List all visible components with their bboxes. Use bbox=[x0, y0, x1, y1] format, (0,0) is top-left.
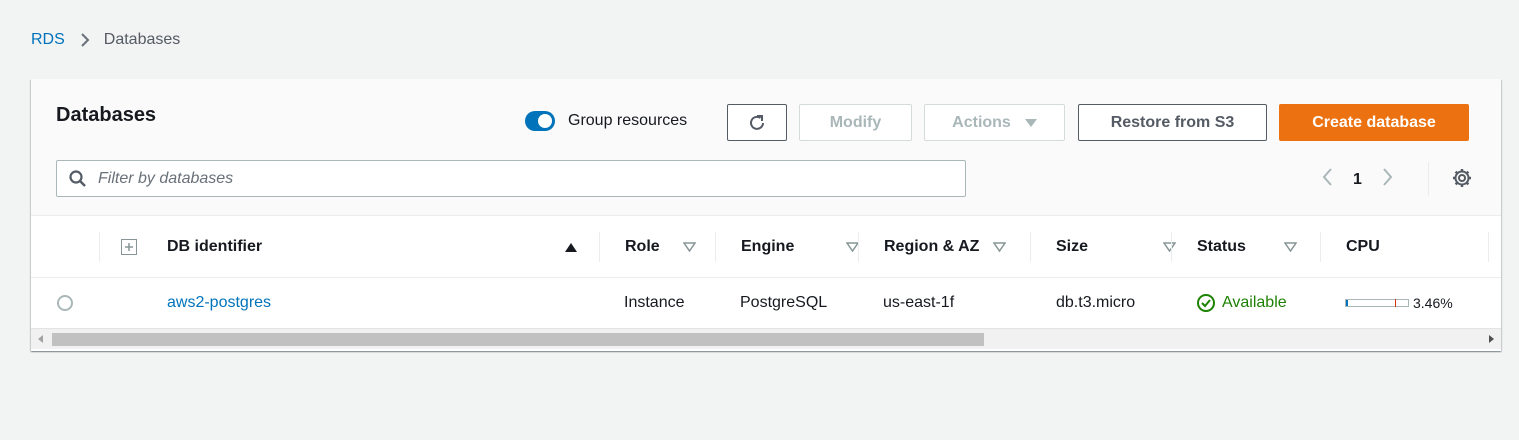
actions-label: Actions bbox=[952, 113, 1011, 131]
engine-cell: PostgreSQL bbox=[740, 294, 828, 311]
scroll-right-arrow-icon[interactable] bbox=[1489, 335, 1494, 343]
column-divider bbox=[99, 232, 100, 262]
table-row: aws2-postgres Instance PostgreSQL us-eas… bbox=[31, 279, 1501, 327]
column-label: Status bbox=[1197, 238, 1246, 255]
chevron-right-icon bbox=[80, 32, 90, 48]
table-header-panel: Databases Group resources Modify Actions… bbox=[31, 79, 1501, 216]
column-divider bbox=[715, 232, 716, 262]
column-header-status[interactable]: Status bbox=[1197, 216, 1297, 278]
refresh-button[interactable] bbox=[727, 104, 787, 141]
filter-input[interactable]: Filter by databases bbox=[56, 160, 966, 197]
filter-placeholder: Filter by databases bbox=[98, 169, 234, 187]
sort-icon bbox=[993, 242, 1006, 252]
role-cell: Instance bbox=[624, 294, 685, 311]
cpu-threshold-marker bbox=[1395, 299, 1396, 307]
restore-from-s3-button[interactable]: Restore from S3 bbox=[1078, 104, 1267, 141]
sort-icon bbox=[1163, 242, 1176, 252]
region-az-cell: us-east-1f bbox=[883, 294, 955, 311]
sort-icon bbox=[1284, 242, 1297, 252]
cpu-utilization-fill bbox=[1346, 300, 1348, 306]
breadcrumb-rds-link[interactable]: RDS bbox=[31, 31, 65, 49]
breadcrumb: RDS Databases bbox=[31, 31, 180, 49]
status-label: Available bbox=[1222, 294, 1287, 311]
cpu-value: 3.46% bbox=[1413, 295, 1453, 311]
group-resources-toggle[interactable]: Group resources bbox=[525, 111, 687, 131]
column-label: CPU bbox=[1346, 238, 1380, 255]
status-cell: Available bbox=[1196, 279, 1287, 327]
column-label: DB identifier bbox=[167, 238, 263, 255]
breadcrumb-current: Databases bbox=[103, 31, 181, 48]
row-select-radio[interactable] bbox=[57, 279, 73, 327]
page-title: Databases bbox=[56, 104, 157, 126]
actions-dropdown-button[interactable]: Actions bbox=[924, 104, 1065, 141]
sort-icon bbox=[683, 242, 696, 252]
column-label: Size bbox=[1056, 238, 1089, 255]
gear-icon[interactable] bbox=[1451, 167, 1473, 189]
next-page-icon[interactable] bbox=[1382, 167, 1394, 192]
refresh-icon bbox=[750, 114, 764, 130]
column-label: Region & AZ bbox=[884, 238, 980, 255]
table-column-headers: DB identifier Role Engine Region & AZ Si… bbox=[31, 216, 1501, 278]
group-resources-label: Group resources bbox=[568, 112, 688, 129]
column-divider bbox=[599, 232, 600, 262]
column-header-engine[interactable]: Engine bbox=[741, 216, 859, 278]
toggle-switch[interactable] bbox=[525, 111, 555, 131]
scroll-left-arrow-icon[interactable] bbox=[38, 335, 43, 343]
db-identifier-link[interactable]: aws2-postgres bbox=[167, 279, 271, 327]
create-database-button[interactable]: Create database bbox=[1279, 104, 1469, 141]
column-label: Role bbox=[625, 238, 660, 255]
column-divider bbox=[1030, 232, 1031, 262]
expand-all-icon[interactable] bbox=[121, 216, 137, 278]
check-circle-icon bbox=[1197, 294, 1215, 312]
search-icon bbox=[69, 169, 87, 188]
pagination-divider bbox=[1428, 162, 1429, 196]
size-cell: db.t3.micro bbox=[1056, 294, 1136, 311]
current-page-number[interactable]: 1 bbox=[1353, 171, 1362, 189]
column-divider bbox=[1171, 232, 1172, 262]
sort-ascending-icon bbox=[565, 242, 577, 252]
column-divider bbox=[1488, 232, 1489, 262]
column-header-db-identifier[interactable]: DB identifier bbox=[167, 216, 577, 278]
column-header-size[interactable]: Size bbox=[1056, 216, 1176, 278]
modify-button[interactable]: Modify bbox=[799, 104, 912, 141]
column-divider bbox=[858, 232, 859, 262]
column-label: Engine bbox=[741, 238, 795, 255]
previous-page-icon[interactable] bbox=[1321, 167, 1333, 192]
pagination: 1 bbox=[1321, 162, 1429, 196]
column-divider bbox=[1320, 232, 1321, 262]
cpu-utilization-bar bbox=[1345, 299, 1409, 307]
horizontal-scrollbar[interactable] bbox=[31, 328, 1501, 349]
caret-down-icon bbox=[1024, 118, 1037, 127]
cpu-cell: 3.46% bbox=[1345, 279, 1453, 327]
column-header-cpu[interactable]: CPU bbox=[1346, 216, 1380, 278]
column-header-region-az[interactable]: Region & AZ bbox=[884, 216, 1014, 278]
databases-container: Databases Group resources Modify Actions… bbox=[31, 79, 1501, 351]
scrollbar-thumb[interactable] bbox=[52, 333, 984, 346]
